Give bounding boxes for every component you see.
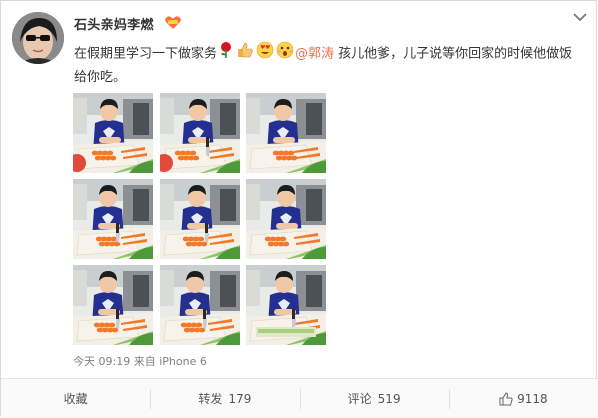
- thumbs-up-icon: [499, 391, 513, 405]
- user-name[interactable]: 石头亲妈李燃: [74, 14, 154, 33]
- source-prefix: 来自: [133, 355, 156, 368]
- repost-count: 179: [228, 391, 252, 406]
- photo-thumbnail-2[interactable]: [160, 93, 240, 173]
- avatar[interactable]: [12, 12, 64, 64]
- chevron-down-icon[interactable]: [572, 11, 588, 23]
- comment-label: 评论: [347, 392, 372, 406]
- photo-thumbnail-7[interactable]: [73, 265, 153, 345]
- favorite-button[interactable]: 收藏: [1, 379, 150, 418]
- comment-count: 519: [377, 391, 401, 406]
- photo-thumbnail-4[interactable]: [73, 179, 153, 259]
- post-meta: 今天 09:19 来自 iPhone 6: [73, 353, 207, 369]
- like-count: 9118: [517, 391, 548, 406]
- source-link[interactable]: iPhone 6: [159, 355, 207, 368]
- weibo-post-card: 石头亲妈李燃 在假期里学习一下做家务 @郭涛 孩儿他爹，儿子说等你回家的时候他做饭…: [0, 0, 598, 418]
- favorite-label: 收藏: [63, 392, 88, 406]
- rose-icon: [218, 41, 234, 67]
- repost-button[interactable]: 转发 179: [150, 379, 299, 418]
- surprised-icon: [276, 41, 294, 67]
- mention-link[interactable]: @郭涛: [295, 47, 334, 62]
- photo-thumbnail-6[interactable]: [246, 179, 326, 259]
- vip-badge-icon: [165, 16, 181, 29]
- photo-thumbnail-3[interactable]: [246, 93, 326, 173]
- photo-thumbnail-5[interactable]: [160, 179, 240, 259]
- heart-eyes-icon: [256, 41, 274, 67]
- action-bar: 收藏 转发 179 评论 519 9118: [1, 378, 598, 418]
- photo-thumbnail-1[interactable]: [73, 93, 153, 173]
- post-text: 在假期里学习一下做家务 @郭涛 孩儿他爹，儿子说等你回家的时候他做饭给你吃。: [74, 41, 584, 89]
- comment-button[interactable]: 评论 519: [299, 379, 449, 418]
- post-time[interactable]: 今天 09:19: [73, 355, 130, 368]
- photo-thumbnail-9[interactable]: [246, 265, 326, 345]
- photo-thumbnail-8[interactable]: [160, 265, 240, 345]
- post-text-body: 在假期里学习一下做家务: [74, 46, 218, 62]
- thumbs-up-icon: [236, 41, 254, 67]
- repost-label: 转发: [198, 392, 223, 406]
- like-button[interactable]: 9118: [448, 379, 598, 418]
